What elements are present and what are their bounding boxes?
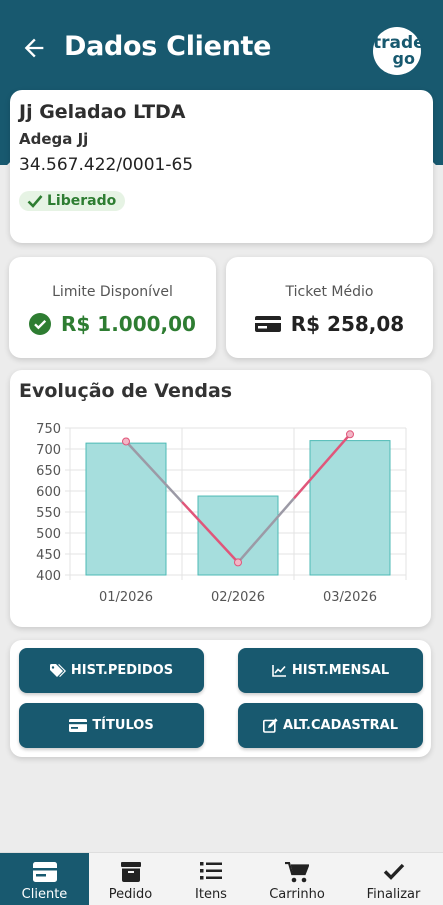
y-tick-label: 400 (36, 569, 61, 584)
y-tick-label: 700 (36, 443, 61, 458)
nav-carrinho[interactable]: Carrinho (250, 853, 344, 905)
hist-pedidos-button[interactable]: HIST.PEDIDOS (19, 648, 204, 693)
credit-card-icon (254, 316, 281, 332)
client-fantasy-name: Adega Jj (19, 130, 89, 148)
titulos-label: TÍTULOS (92, 718, 154, 733)
line-point (122, 437, 130, 446)
card-icon (69, 719, 88, 732)
ticket-value: R$ 258,08 (290, 312, 405, 336)
cart-icon (285, 862, 309, 883)
chart-bar (309, 440, 391, 576)
status-badge: Liberado (19, 191, 126, 211)
nav-cliente-label: Cliente (21, 887, 68, 902)
nav-finalizar-label: Finalizar (366, 887, 421, 902)
id-card-icon (32, 862, 57, 882)
check-circle-icon (29, 313, 51, 335)
bottom-navigation: Cliente Pedido Itens Carrinho Finalizar (0, 852, 443, 905)
ticket-label: Ticket Médio (285, 284, 374, 300)
limit-value: R$ 1.000,00 (61, 312, 196, 336)
check-icon (383, 863, 404, 880)
hist-mensal-button[interactable]: HIST.MENSAL (238, 648, 423, 693)
x-tick-label: 03/2026 (323, 590, 377, 605)
page-title: Dados Cliente (64, 31, 272, 62)
back-arrow-icon[interactable] (20, 34, 48, 62)
y-tick-label: 750 (36, 422, 61, 437)
client-info-card: Jj Geladao LTDA Adega Jj 34.567.422/0001… (10, 90, 433, 243)
y-tick-label: 550 (36, 506, 61, 521)
limit-card: Limite Disponível R$ 1.000,00 (9, 257, 216, 358)
nav-carrinho-label: Carrinho (269, 887, 325, 902)
titulos-button[interactable]: TÍTULOS (19, 703, 204, 748)
sales-chart-card: Evolução de Vendas 400 450 500 550 600 650 700… (10, 370, 431, 627)
alt-cadastral-label: ALT.CADASTRAL (282, 718, 399, 733)
nav-itens[interactable]: Itens (172, 853, 250, 905)
x-tick-label: 02/2026 (211, 590, 265, 605)
list-icon (200, 862, 222, 880)
status-label: Liberado (47, 193, 117, 209)
tradego-logo: trade go (373, 27, 425, 75)
ticket-card: Ticket Médio R$ 258,08 (226, 257, 433, 358)
line-point (234, 558, 242, 567)
limit-label: Limite Disponível (52, 284, 173, 300)
x-tick-label: 01/2026 (99, 590, 153, 605)
alt-cadastral-button[interactable]: ALT.CADASTRAL (238, 703, 423, 748)
y-tick-label: 650 (36, 464, 61, 479)
hist-mensal-label: HIST.MENSAL (291, 663, 390, 678)
y-tick-label: 600 (36, 485, 61, 500)
actions-card: HIST.PEDIDOS HIST.MENSAL TÍTULOS ALT.CAD… (10, 640, 431, 757)
nav-cliente[interactable]: Cliente (0, 853, 89, 905)
hist-pedidos-label: HIST.PEDIDOS (70, 663, 174, 678)
nav-finalizar[interactable]: Finalizar (344, 853, 443, 905)
y-tick-label: 500 (36, 527, 61, 542)
archive-box-icon (120, 862, 141, 882)
line-point (346, 430, 354, 439)
tag-icon (49, 663, 66, 677)
sales-chart: 400 450 500 550 600 650 700 750 01/2026 02/2026 03… (36, 422, 407, 605)
edit-icon (262, 718, 278, 733)
client-document: 34.567.422/0001-65 (19, 155, 194, 175)
y-tick-label: 450 (36, 548, 61, 563)
nav-pedido-label: Pedido (108, 887, 153, 902)
nav-pedido[interactable]: Pedido (89, 853, 172, 905)
chart-bar (85, 442, 167, 576)
nav-itens-label: Itens (195, 887, 227, 902)
check-icon (27, 195, 43, 208)
client-name: Jj Geladao LTDA (19, 101, 186, 123)
line-chart-icon (272, 665, 286, 677)
